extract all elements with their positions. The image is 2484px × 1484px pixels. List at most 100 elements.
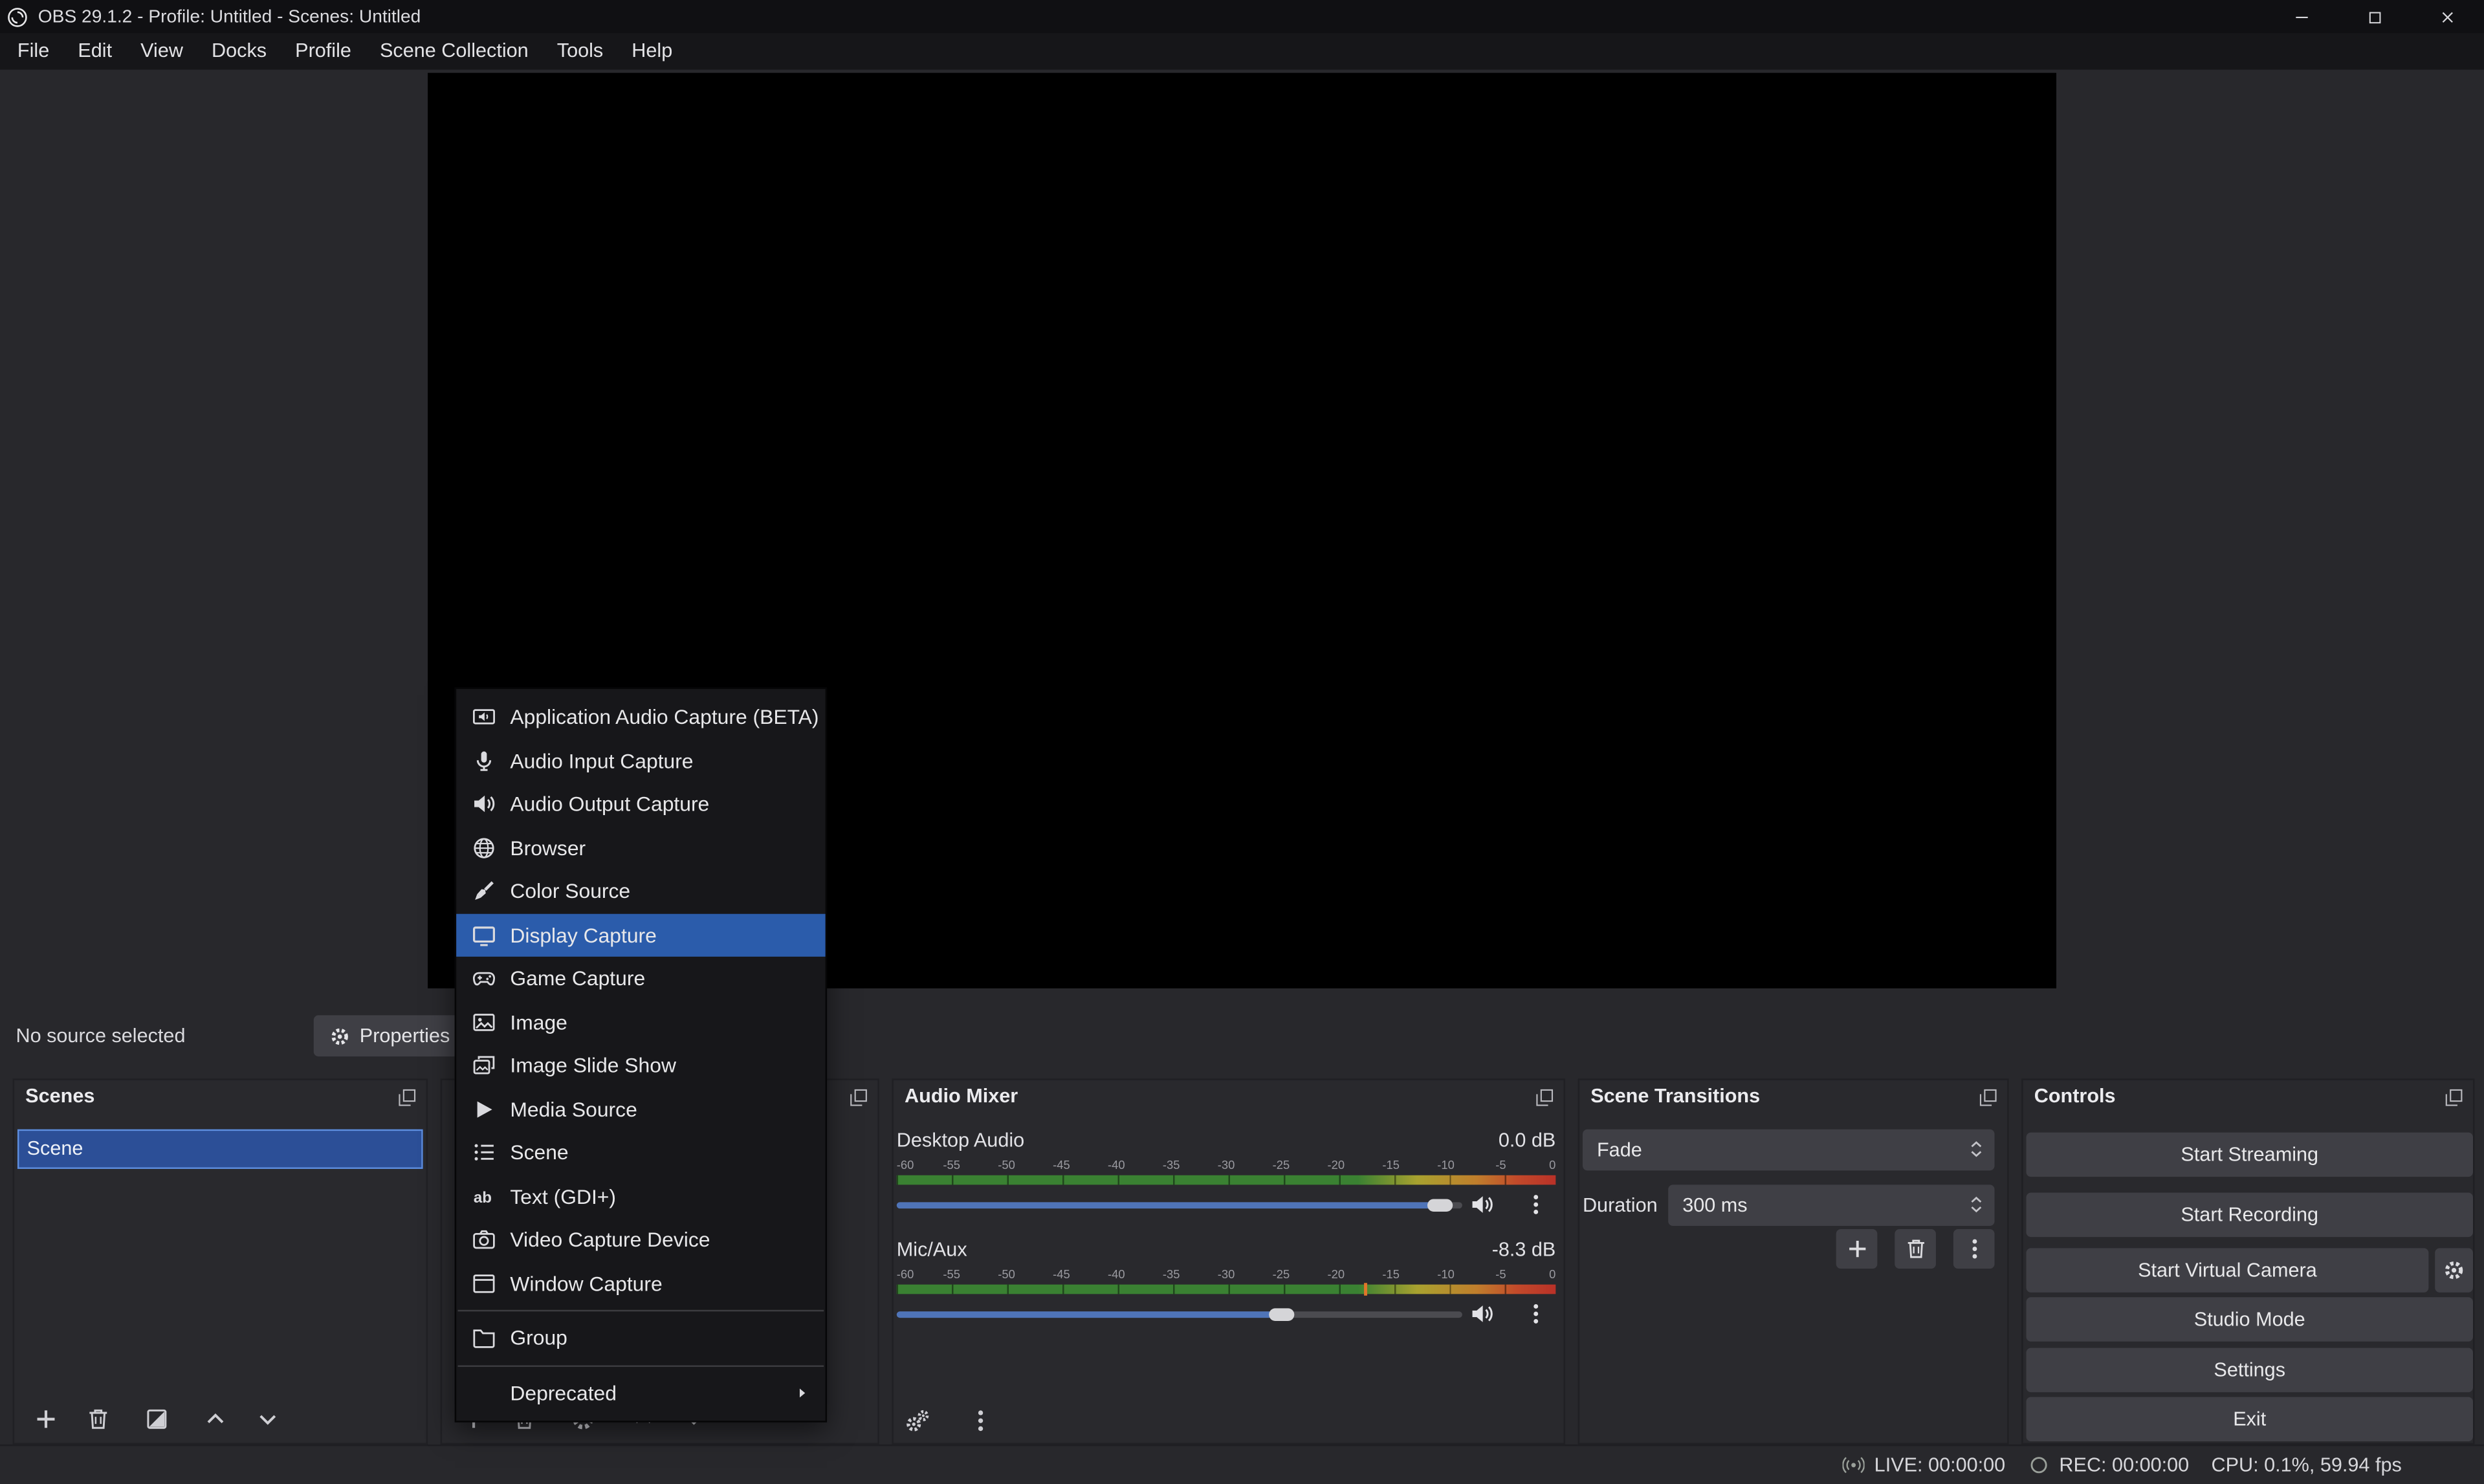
settings-button[interactable]: Settings [2027,1348,2473,1393]
menu-item-browser[interactable]: Browser [456,826,825,869]
menu-tools[interactable]: Tools [543,33,618,69]
menu-profile[interactable]: Profile [281,33,366,69]
menu-item-group[interactable]: Group [456,1316,825,1360]
trash-icon [85,1406,111,1432]
source-toolbar-row: No source selected Properties [0,1009,2484,1066]
menu-item-application-audio-capture[interactable]: Application Audio Capture (BETA) [456,695,825,739]
menu-item-text-gdi[interactable]: Text (GDI+) [456,1174,825,1217]
scene-move-up-button[interactable] [203,1406,228,1432]
menu-help[interactable]: Help [617,33,687,69]
volume-slider[interactable] [897,1308,1462,1321]
advanced-audio-button[interactable] [905,1408,930,1434]
live-status: LIVE: 00:00:00 [1843,1454,2005,1476]
scenes-toolbar [14,1405,426,1434]
close-button[interactable] [2411,0,2484,33]
remove-scene-button[interactable] [85,1406,111,1432]
mixer-options-button[interactable] [968,1408,993,1434]
mixer-dock-title: Audio Mixer [905,1085,1018,1107]
cpu-fps-text: CPU: 0.1%, 59.94 fps [2211,1454,2401,1476]
slider-handle[interactable] [1269,1308,1294,1321]
scene-list-item[interactable]: Scene [17,1129,423,1169]
menu-item-image[interactable]: Image [456,1000,825,1043]
popout-icon [1977,1087,1999,1109]
kebab-menu-icon [1962,1237,1986,1261]
volume-slider[interactable] [897,1199,1462,1212]
menu-docks[interactable]: Docks [197,33,281,69]
start-streaming-button[interactable]: Start Streaming [2027,1133,2473,1177]
select-spinner[interactable] [1966,1137,1986,1162]
menu-item-scene[interactable]: Scene [456,1131,825,1174]
application-audio-icon [472,705,496,729]
scene-move-down-button[interactable] [255,1406,280,1432]
mixer-dock-header: Audio Mixer [894,1080,1564,1115]
display-icon [472,923,496,947]
remove-transition-button[interactable] [1895,1229,1936,1269]
slider-fill [897,1202,1440,1208]
start-virtual-camera-button[interactable]: Start Virtual Camera [2027,1248,2429,1293]
maximize-button[interactable] [2338,0,2412,33]
mute-button[interactable] [1470,1302,1494,1326]
menu-item-color-source[interactable]: Color Source [456,869,825,913]
menu-view[interactable]: View [126,33,197,69]
menu-item-label: Deprecated [510,1380,617,1404]
add-transition-button[interactable] [1836,1229,1878,1269]
menu-item-media-source[interactable]: Media Source [456,1087,825,1131]
duration-value: 300 ms [1682,1194,1747,1216]
window-icon [472,1271,496,1295]
slideshow-icon [472,1054,496,1078]
popout-button[interactable] [1977,1087,1999,1109]
popout-button[interactable] [1533,1087,1555,1109]
menu-item-audio-output-capture[interactable]: Audio Output Capture [456,783,825,826]
menu-item-label: Color Source [510,879,630,903]
menu-item-label: Video Capture Device [510,1228,710,1252]
studio-mode-button[interactable]: Studio Mode [2027,1297,2473,1342]
no-source-label: No source selected [16,1015,185,1056]
popout-button[interactable] [396,1087,418,1109]
menu-file[interactable]: File [3,33,63,69]
virtual-camera-config-button[interactable] [2435,1248,2473,1293]
speaker-icon [1470,1193,1494,1217]
mixer-channel-mic-aux: Mic/Aux -8.3 dB -60-55-50-45-40-35-30-25… [897,1237,1556,1342]
menu-item-window-capture[interactable]: Window Capture [456,1261,825,1305]
popout-button[interactable] [2443,1087,2465,1109]
plus-icon [33,1406,58,1432]
menu-edit[interactable]: Edit [63,33,126,69]
record-icon [2027,1454,2049,1476]
duration-spinbox[interactable]: 300 ms [1668,1184,1994,1226]
gamepad-icon [472,966,496,990]
menu-item-game-capture[interactable]: Game Capture [456,957,825,1000]
menu-item-audio-input-capture[interactable]: Audio Input Capture [456,739,825,782]
minimize-button[interactable] [2265,0,2338,33]
audio-mixer-dock: Audio Mixer Desktop Audio 0.0 dB -60-55-… [892,1078,1565,1445]
channel-options-button[interactable] [1524,1193,1548,1217]
mute-button[interactable] [1470,1193,1494,1217]
add-scene-button[interactable] [33,1406,58,1432]
slider-fill [897,1311,1281,1318]
menu-scene-collection[interactable]: Scene Collection [366,33,543,69]
channel-options-button[interactable] [1524,1302,1548,1326]
menu-item-label: Display Capture [510,923,656,947]
duration-spinner[interactable] [1966,1193,1986,1218]
kebab-menu-icon [1524,1193,1548,1217]
scene-filters-button[interactable] [144,1406,170,1432]
popout-icon [396,1087,418,1109]
start-recording-button[interactable]: Start Recording [2027,1193,2473,1238]
menu-item-label: Scene [510,1140,568,1164]
properties-button[interactable]: Properties [314,1015,466,1056]
controls-dock: Controls Start Streaming Start Recording… [2021,1078,2474,1445]
slider-handle[interactable] [1427,1199,1452,1212]
popout-button[interactable] [848,1087,870,1109]
play-icon [472,1097,496,1121]
menu-item-label: Group [510,1326,567,1350]
menu-item-video-capture-device[interactable]: Video Capture Device [456,1218,825,1261]
kebab-menu-icon [968,1408,993,1434]
transition-properties-button[interactable] [1953,1229,1995,1269]
exit-button[interactable]: Exit [2027,1397,2473,1441]
menu-item-display-capture[interactable]: Display Capture [456,913,825,957]
mixer-channel-desktop-audio: Desktop Audio 0.0 dB -60-55-50-45-40-35-… [897,1128,1556,1232]
menu-item-label: Image Slide Show [510,1054,676,1078]
transition-select[interactable]: Fade [1583,1129,1995,1171]
microphone-icon [472,748,496,772]
menu-item-image-slide-show[interactable]: Image Slide Show [456,1043,825,1087]
menu-item-deprecated[interactable]: Deprecated [456,1371,825,1414]
